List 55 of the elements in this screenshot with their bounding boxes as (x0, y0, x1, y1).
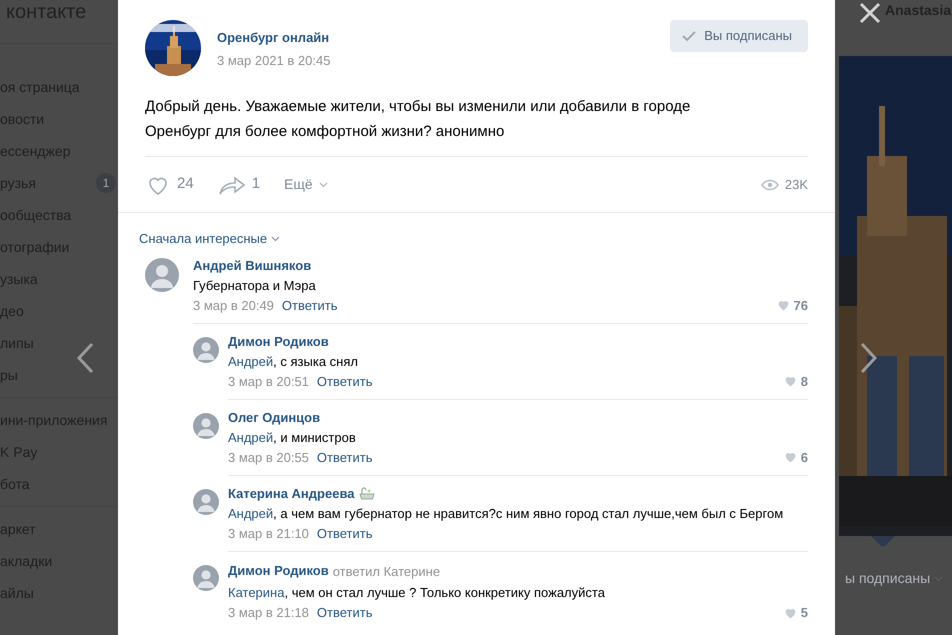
comment-text: Андрей, и министров (228, 428, 357, 446)
heart-icon[interactable] (784, 451, 797, 463)
comment-date[interactable]: 3 мар в 20:51 (228, 372, 309, 390)
like-count: 8 (800, 372, 808, 390)
check-icon (682, 30, 696, 42)
post-text: Добрый день. Уважаемые жители, чтобы вы изменили или добавили в городе Оренбург для более комфортной жизни? анонимно (145, 97, 692, 142)
comment-date[interactable]: 3 мар в 20:55 (228, 448, 309, 466)
reply-link[interactable]: Ответить (282, 296, 338, 314)
post-date[interactable]: 3 мар 2021 в 20:45 (217, 50, 330, 70)
commenter-name[interactable]: Катерина Андреева (228, 486, 354, 502)
comment-text: Андрей, с языка снял (228, 352, 359, 370)
comment-date[interactable]: 3 мар в 21:10 (228, 524, 309, 542)
share-count: 1 (252, 174, 260, 194)
heart-icon[interactable] (784, 606, 797, 618)
mention-link[interactable]: Андрей (228, 430, 274, 444)
more-dropdown[interactable]: Ещё (284, 174, 328, 195)
commenter-name[interactable]: Андрей Вишняков (193, 258, 312, 274)
view-count: 23K (784, 176, 808, 194)
commenter-name[interactable]: Олег Одинцов (228, 410, 320, 426)
heart-icon[interactable] (784, 375, 797, 387)
avatar[interactable] (193, 336, 219, 362)
mention-link[interactable]: Андрей (228, 506, 274, 520)
share-arrow-icon[interactable] (218, 174, 246, 196)
reply-link[interactable]: Ответить (316, 372, 372, 390)
avatar[interactable] (193, 564, 219, 590)
count-badge: 1 (96, 173, 116, 193)
subscribed-label[interactable]: ы подписаны (845, 568, 930, 589)
like-count: 24 (177, 174, 194, 194)
like-count: 76 (794, 296, 808, 314)
sort-dropdown[interactable]: Сначала интересные (139, 229, 280, 248)
commenter-name[interactable]: Димон Родиков (228, 563, 329, 580)
close-icon[interactable] (859, 2, 881, 24)
mention-link[interactable]: Катерина (228, 585, 284, 600)
like-count: 6 (800, 448, 808, 466)
comment-text: Катерина, чем он стал лучше ? Только конкретику пожалуйста (228, 584, 606, 602)
caret-icon (318, 182, 328, 188)
heart-icon[interactable] (776, 299, 790, 311)
reply-link[interactable]: Ответить (316, 448, 372, 466)
reply-link[interactable]: Ответить (316, 524, 372, 542)
comment-date[interactable]: 3 мар в 21:18 (228, 604, 309, 621)
avatar[interactable] (193, 412, 219, 438)
like-count: 5 (800, 604, 808, 621)
author-name[interactable]: Оренбург онлайн (217, 28, 330, 48)
comment-text: Губернатора и Мэра (193, 276, 317, 294)
subscribe-button[interactable]: Вы подписаны (670, 20, 808, 52)
comment-text: Андрей, а чем вам губернатор не нравится?с ним явно город стал лучше,чем был с Бергом (228, 504, 784, 522)
caret-icon (271, 236, 280, 242)
commenter-name[interactable]: Димон Родиков (228, 334, 329, 350)
reply-link[interactable]: Ответить (316, 604, 372, 621)
eye-icon (760, 178, 779, 190)
avatar[interactable] (145, 258, 179, 292)
replied-to-label: ответил Катерине (332, 562, 440, 581)
mention-link[interactable]: Андрей (228, 354, 274, 368)
avatar[interactable] (193, 488, 219, 514)
comment-date[interactable]: 3 мар в 20:49 (193, 296, 274, 314)
